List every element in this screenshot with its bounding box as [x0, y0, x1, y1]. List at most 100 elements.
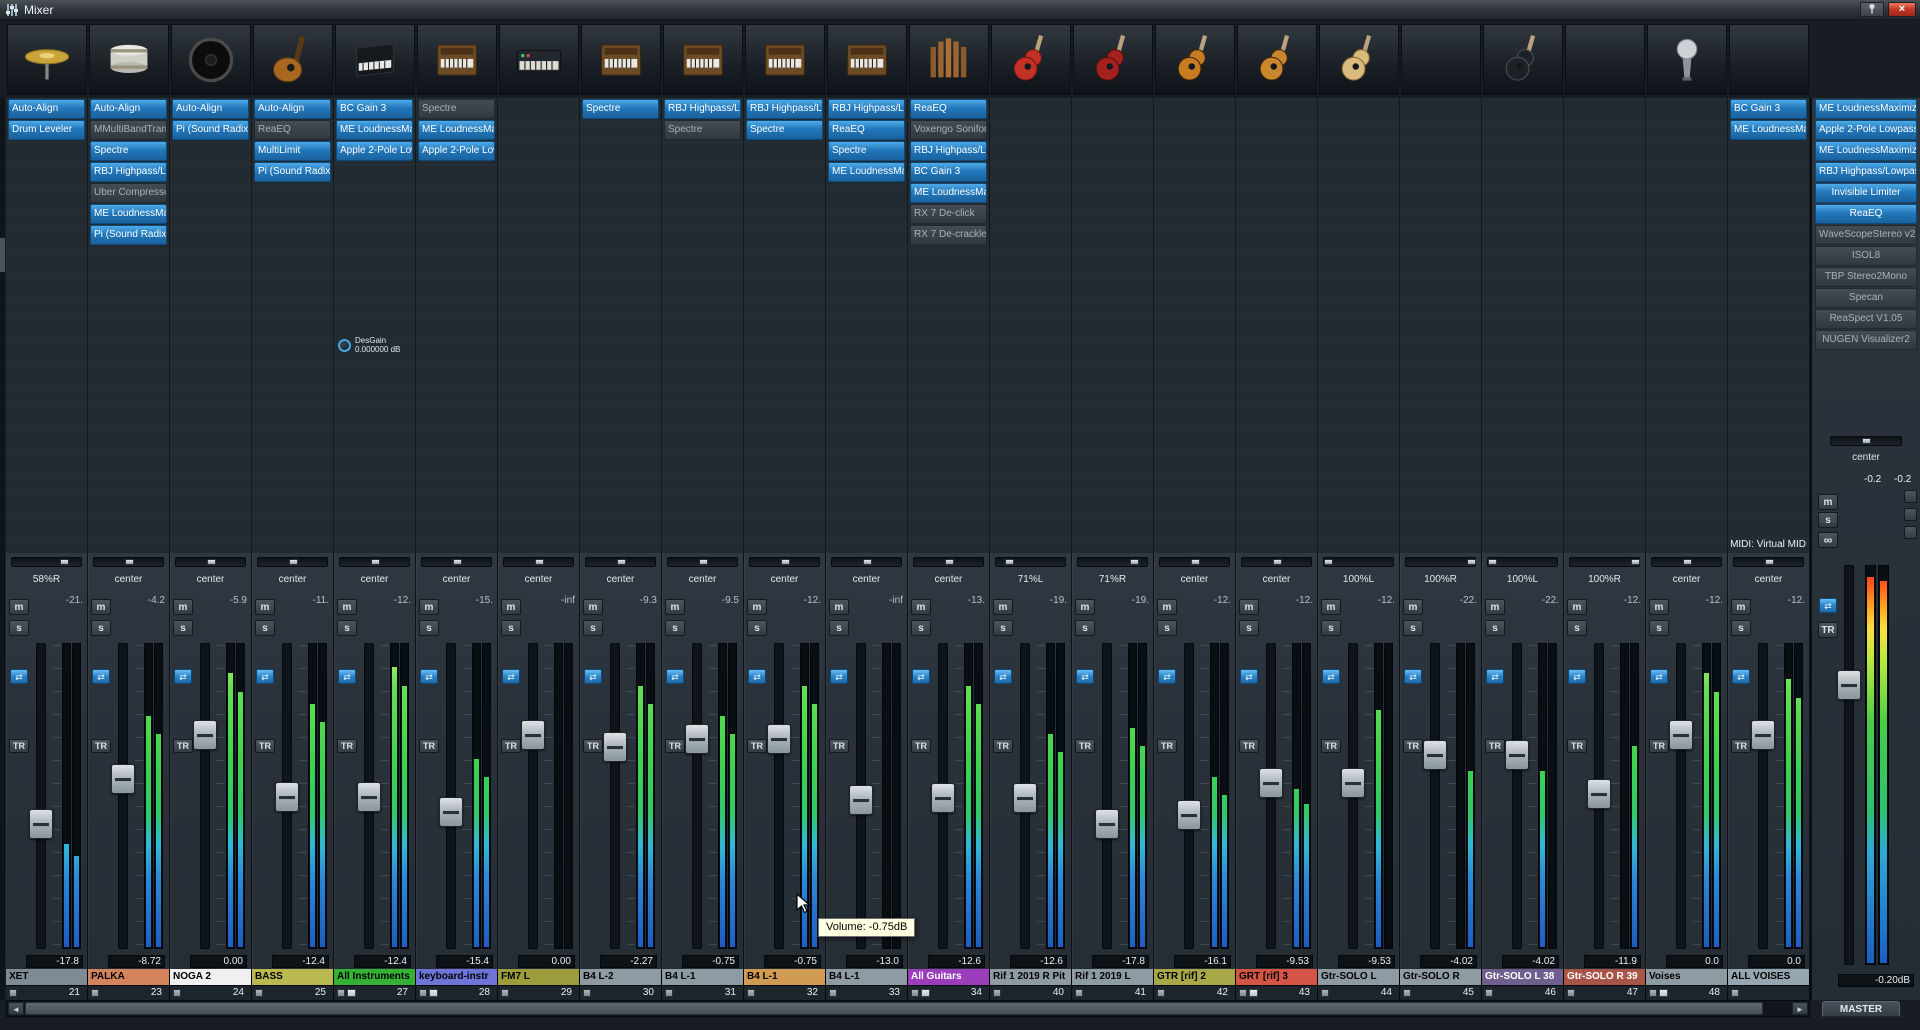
io-button[interactable]: ⇄ — [912, 669, 930, 684]
fx-slot[interactable]: Pi (Sound Radix) — [172, 120, 249, 140]
io-button[interactable]: ⇄ — [1819, 598, 1837, 613]
io-button[interactable]: ⇄ — [420, 669, 438, 684]
trim-button[interactable]: TR — [829, 739, 849, 753]
track-number-cell[interactable] — [1728, 985, 1810, 1000]
solo-button[interactable]: s — [583, 620, 603, 636]
master-volume-fader[interactable] — [1837, 669, 1861, 700]
mute-button[interactable]: m — [829, 599, 849, 615]
track-number-cell[interactable]: 44 — [1318, 985, 1400, 1000]
volume-fader[interactable] — [193, 720, 217, 751]
fx-slot[interactable]: RBJ Highpass/Low — [746, 99, 823, 119]
mute-button[interactable]: m — [1567, 599, 1587, 615]
io-button[interactable]: ⇄ — [1486, 669, 1504, 684]
volume-fader[interactable] — [849, 784, 873, 815]
master-fx-slot[interactable]: WaveScopeStereo v2 — [1815, 225, 1917, 245]
track-number-cell[interactable]: 45 — [1400, 985, 1482, 1000]
mute-button[interactable]: m — [255, 599, 275, 615]
pan-handle[interactable] — [1862, 438, 1871, 444]
fx-slot[interactable]: Pi (Sound Radix) — [254, 162, 331, 182]
fx-slot[interactable]: Spectre — [746, 120, 823, 140]
fx-slot[interactable]: BC Gain 3 — [1730, 99, 1807, 119]
trim-button[interactable]: TR — [1567, 739, 1587, 753]
volume-fader[interactable] — [1751, 720, 1775, 751]
io-button[interactable]: ⇄ — [256, 669, 274, 684]
track-number-cell[interactable]: 46 — [1482, 985, 1564, 1000]
pan-slider[interactable] — [749, 557, 820, 567]
io-button[interactable]: ⇄ — [1322, 669, 1340, 684]
fx-slot[interactable]: RX 7 De-crackle — [910, 225, 987, 245]
pan-handle[interactable] — [1272, 559, 1282, 565]
track-name[interactable]: B4 L-1 — [826, 969, 908, 985]
volume-readout[interactable]: -0.75 — [764, 955, 821, 968]
solo-button[interactable]: s — [255, 620, 275, 636]
mute-button[interactable]: m — [501, 599, 521, 615]
solo-button[interactable]: s — [1321, 620, 1341, 636]
track-icon-tile[interactable] — [335, 24, 415, 95]
io-button[interactable]: ⇄ — [666, 669, 684, 684]
pan-handle[interactable] — [1004, 559, 1014, 565]
mute-button[interactable]: m — [173, 599, 193, 615]
fx-slot[interactable]: Spectre — [582, 99, 659, 119]
io-button[interactable]: ⇄ — [584, 669, 602, 684]
solo-button[interactable]: s — [1075, 620, 1095, 636]
track-name[interactable]: Gtr-SOLO R 39 — [1564, 969, 1646, 985]
track-name[interactable]: FM7 L — [498, 969, 580, 985]
pan-handle[interactable] — [1130, 559, 1140, 565]
pan-handle[interactable] — [370, 559, 380, 565]
track-icon-tile[interactable] — [581, 24, 661, 95]
volume-fader[interactable] — [1259, 767, 1283, 798]
volume-readout[interactable]: -9.53 — [1256, 955, 1313, 968]
volume-readout[interactable]: -9.53 — [1338, 955, 1395, 968]
volume-fader[interactable] — [275, 781, 299, 812]
track-icon-tile[interactable] — [745, 24, 825, 95]
master-fx-slot[interactable]: TBP Stereo2Mono — [1815, 267, 1917, 287]
fx-slot[interactable]: Uber Compressor — [90, 183, 167, 203]
volume-fader[interactable] — [931, 782, 955, 813]
volume-readout[interactable]: -16.1 — [1174, 955, 1231, 968]
fx-slot[interactable]: Spectre — [90, 141, 167, 161]
io-button[interactable]: ⇄ — [1076, 669, 1094, 684]
track-icon-tile[interactable] — [1401, 24, 1481, 95]
solo-button[interactable]: s — [9, 620, 29, 636]
io-button[interactable]: ⇄ — [748, 669, 766, 684]
pan-slider[interactable] — [1159, 557, 1230, 567]
track-name[interactable]: ALL VOISES — [1728, 969, 1810, 985]
fx-slot[interactable]: Apple 2-Pole Lowp — [336, 141, 413, 161]
solo-button[interactable]: s — [1485, 620, 1505, 636]
mute-button[interactable]: m — [1649, 599, 1669, 615]
track-icon-tile[interactable] — [171, 24, 251, 95]
io-button[interactable]: ⇄ — [1404, 669, 1422, 684]
track-icon-tile[interactable] — [89, 24, 169, 95]
track-icon-tile[interactable] — [663, 24, 743, 95]
pan-slider[interactable] — [1569, 557, 1640, 567]
pan-slider[interactable] — [1733, 557, 1804, 567]
track-icon-tile[interactable] — [1073, 24, 1153, 95]
infinity-button[interactable]: ∞ — [1818, 532, 1838, 548]
volume-readout[interactable]: 0.00 — [518, 955, 575, 968]
volume-fader[interactable] — [1095, 808, 1119, 839]
io-button[interactable]: ⇄ — [1732, 669, 1750, 684]
master-fx-slot[interactable]: ReaSpect V1.05 — [1815, 309, 1917, 329]
solo-button[interactable]: s — [91, 620, 111, 636]
track-number-cell[interactable]: 47 — [1564, 985, 1646, 1000]
track-number-cell[interactable]: 41 — [1072, 985, 1154, 1000]
pan-slider[interactable] — [1323, 557, 1394, 567]
pan-slider[interactable] — [831, 557, 902, 567]
master-fx-slot[interactable]: ISOL8 — [1815, 246, 1917, 266]
track-number-cell[interactable]: 32 — [744, 985, 826, 1000]
trim-button[interactable]: TR — [1157, 739, 1177, 753]
track-name[interactable]: B4 L-2 — [580, 969, 662, 985]
fx-slot[interactable]: ME LoudnessMaxi — [336, 120, 413, 140]
solo-button[interactable]: s — [419, 620, 439, 636]
fx-slot[interactable]: RBJ Highpass/Low — [910, 141, 987, 161]
mute-button[interactable]: m — [337, 599, 357, 615]
io-button[interactable]: ⇄ — [994, 669, 1012, 684]
volume-fader[interactable] — [357, 781, 381, 812]
horizontal-scrollbar[interactable]: ◄ ► — [6, 1000, 1810, 1017]
master-fx-slot[interactable]: RBJ Highpass/Lowpass S — [1815, 162, 1917, 182]
pan-handle[interactable] — [1631, 559, 1640, 565]
pan-handle[interactable] — [1682, 559, 1692, 565]
trim-button[interactable]: TR — [91, 739, 111, 753]
fx-slot[interactable]: RBJ Highpass/Low — [828, 99, 905, 119]
trim-button[interactable]: TR — [419, 739, 439, 753]
